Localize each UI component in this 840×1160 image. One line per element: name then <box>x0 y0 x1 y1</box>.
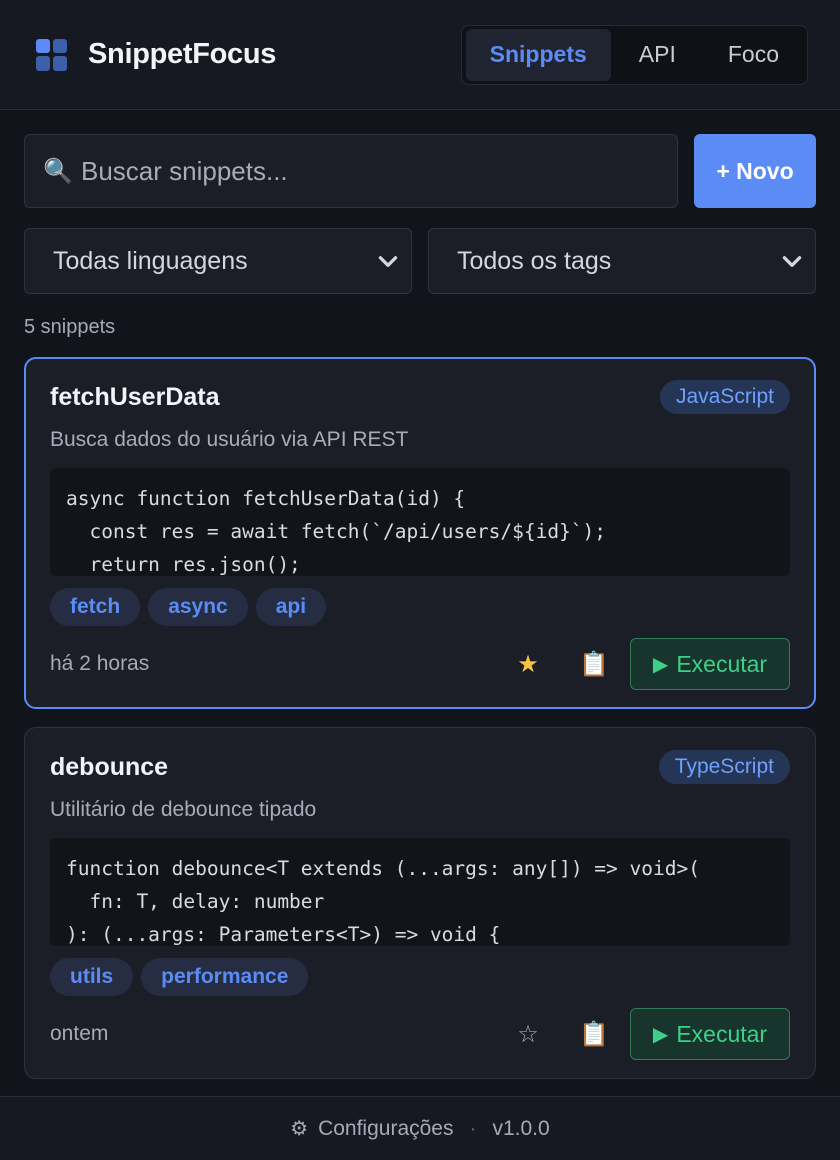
tag-chip[interactable]: performance <box>141 958 309 996</box>
tab-api[interactable]: API <box>615 29 700 81</box>
card-footer: há 2 horas ★ 📋 ▶ Executar <box>50 638 790 690</box>
run-button[interactable]: ▶ Executar <box>630 638 790 690</box>
language-badge: TypeScript <box>658 750 790 784</box>
tag-list: utils performance <box>50 958 790 996</box>
snippet-title: fetchUserData <box>50 382 220 411</box>
toolbar: 🔍 + Novo Todas linguagens Todos os tags … <box>0 134 840 339</box>
play-icon: ▶ <box>652 1023 669 1046</box>
version-label: v1.0.0 <box>492 1116 550 1140</box>
play-icon: ▶ <box>652 653 669 676</box>
search-box[interactable]: 🔍 <box>24 134 678 208</box>
tag-chip[interactable]: async <box>148 588 248 626</box>
code-preview: async function fetchUserData(id) { const… <box>50 468 790 576</box>
snippet-list: fetchUserData JavaScript Busca dados do … <box>0 357 840 1079</box>
snippet-count: 5 snippets <box>24 316 116 338</box>
clipboard-icon[interactable]: 📋 <box>574 1020 614 1049</box>
settings-label: Configurações <box>318 1117 454 1140</box>
tag-select-value: Todos os tags <box>457 246 612 275</box>
snippet-card[interactable]: debounce TypeScript Utilitário de deboun… <box>24 727 816 1079</box>
snippet-card[interactable]: fetchUserData JavaScript Busca dados do … <box>24 357 816 709</box>
gear-icon: ⚙ <box>290 1118 309 1140</box>
clipboard-icon[interactable]: 📋 <box>574 650 614 679</box>
run-label: Executar <box>676 650 768 677</box>
tag-chip[interactable]: utils <box>50 958 134 996</box>
chevron-down-icon <box>378 256 398 267</box>
snippet-title: debounce <box>50 752 169 781</box>
updated-time: há 2 horas <box>50 652 150 675</box>
tag-select[interactable]: Todos os tags <box>428 228 816 294</box>
app-window: SnippetFocus Snippets API Foco 🔍 + Novo … <box>0 0 840 1160</box>
search-input[interactable] <box>81 155 659 187</box>
tag-chip[interactable]: api <box>255 588 327 626</box>
card-header: fetchUserData JavaScript <box>50 380 790 414</box>
run-label: Executar <box>676 1020 768 1047</box>
language-badge: JavaScript <box>659 380 790 414</box>
settings-link[interactable]: ⚙ Configurações <box>290 1116 453 1141</box>
tab-foco[interactable]: Foco <box>704 29 803 81</box>
language-select-value: Todas linguagens <box>53 246 248 275</box>
app-footer: ⚙ Configurações · v1.0.0 <box>0 1096 840 1160</box>
tag-chip[interactable]: fetch <box>50 588 141 626</box>
snippet-description: Utilitário de debounce tipado <box>50 798 317 821</box>
card-footer: ontem ☆ 📋 ▶ Executar <box>50 1008 790 1060</box>
star-outline-icon[interactable]: ☆ <box>508 1020 548 1049</box>
language-select[interactable]: Todas linguagens <box>24 228 412 294</box>
tag-list: fetch async api <box>50 588 790 626</box>
tab-snippets[interactable]: Snippets <box>465 28 611 81</box>
star-icon[interactable]: ★ <box>508 650 548 679</box>
search-row: 🔍 + Novo <box>24 134 816 208</box>
run-button[interactable]: ▶ Executar <box>630 1008 790 1060</box>
card-header: debounce TypeScript <box>50 750 790 784</box>
grid-logo-icon <box>36 38 68 71</box>
main-nav: Snippets API Foco <box>460 24 808 85</box>
updated-time: ontem <box>50 1022 109 1045</box>
new-snippet-button[interactable]: + Novo <box>694 134 816 208</box>
snippet-description: Busca dados do usuário via API REST <box>50 428 409 451</box>
code-preview: function debounce<T extends (...args: an… <box>50 838 790 946</box>
brand: SnippetFocus <box>36 38 276 71</box>
footer-separator: · <box>469 1116 477 1140</box>
chevron-down-icon <box>782 256 802 267</box>
brand-name: SnippetFocus <box>88 38 277 70</box>
app-header: SnippetFocus Snippets API Foco <box>0 0 840 110</box>
search-icon: 🔍 <box>43 157 73 185</box>
filter-row: Todas linguagens Todos os tags <box>24 228 816 294</box>
